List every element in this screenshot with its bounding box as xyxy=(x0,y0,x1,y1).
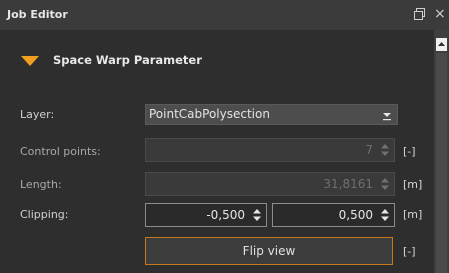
layer-dropdown[interactable]: PointCabPolysection xyxy=(145,104,398,125)
window-title: Job Editor xyxy=(7,8,68,21)
control-points-field[interactable]: 7 xyxy=(145,138,395,162)
clipping-max-field[interactable]: 0,500 xyxy=(272,203,395,227)
clipping-min-value: -0,500 xyxy=(206,208,245,222)
clipping-label: Clipping: xyxy=(20,208,69,221)
flip-view-button[interactable]: Flip view xyxy=(145,237,393,265)
float-icon[interactable] xyxy=(413,7,426,21)
flip-view-unit: [-] xyxy=(403,245,416,258)
clipping-unit: [m] xyxy=(403,208,423,221)
section-title: Space Warp Parameter xyxy=(53,53,202,67)
chevron-down-icon[interactable] xyxy=(380,107,394,122)
scroll-up-arrow-icon[interactable] xyxy=(436,38,447,51)
control-points-unit: [-] xyxy=(403,145,416,158)
layer-label: Layer: xyxy=(20,108,55,121)
length-label: Length: xyxy=(20,178,62,191)
control-points-label: Control points: xyxy=(20,145,101,158)
length-field[interactable]: 31,8161 xyxy=(145,172,395,196)
clipping-max-value: 0,500 xyxy=(338,208,373,222)
control-points-value: 7 xyxy=(365,143,373,157)
expand-arrow-icon[interactable] xyxy=(20,54,40,68)
spinner-icon[interactable] xyxy=(379,176,391,192)
spinner-icon[interactable] xyxy=(379,207,391,223)
title-bar: Job Editor × xyxy=(0,0,449,30)
clipping-min-field[interactable]: -0,500 xyxy=(145,203,267,227)
layer-value: PointCabPolysection xyxy=(149,107,270,121)
close-icon[interactable]: × xyxy=(434,6,446,22)
scroll-track[interactable] xyxy=(436,53,447,273)
length-unit: [m] xyxy=(403,178,423,191)
length-value: 31,8161 xyxy=(323,177,373,191)
spinner-icon[interactable] xyxy=(251,207,263,223)
spinner-icon[interactable] xyxy=(379,142,391,158)
